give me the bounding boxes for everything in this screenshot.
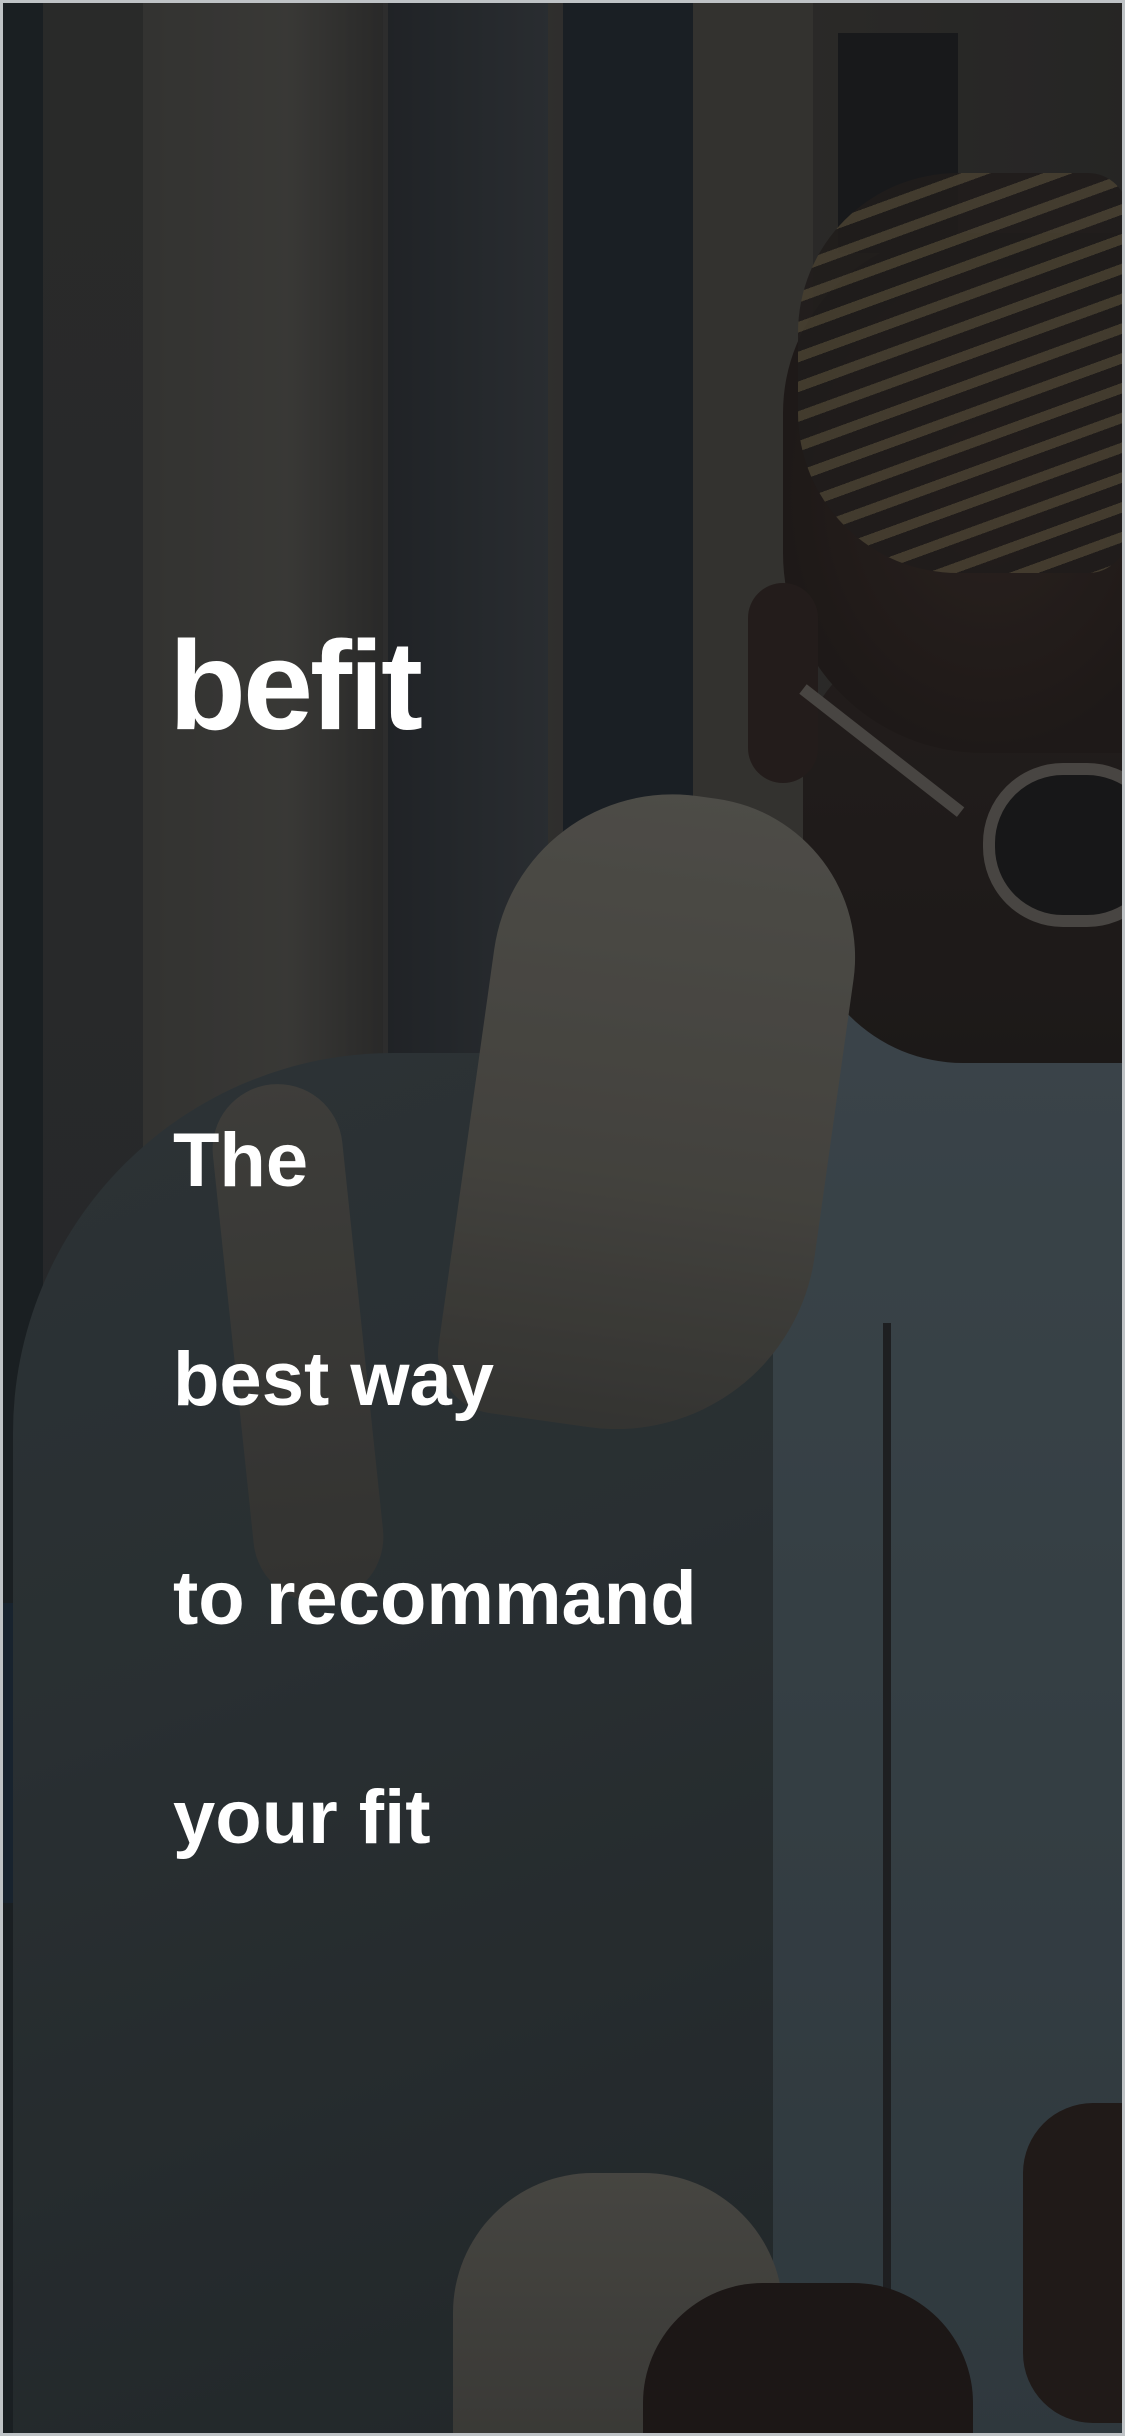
tagline-line: your fit <box>173 1775 431 1860</box>
tagline-line: best way <box>173 1337 495 1422</box>
tagline-line: The <box>173 1118 309 1203</box>
onboarding-screen: befit The best way to recommand your fit <box>0 0 1125 2436</box>
brand-logo: befit <box>169 615 423 756</box>
tagline-line: to recommand <box>173 1556 697 1641</box>
tagline: The best way to recommand your fit <box>173 1123 1033 1999</box>
